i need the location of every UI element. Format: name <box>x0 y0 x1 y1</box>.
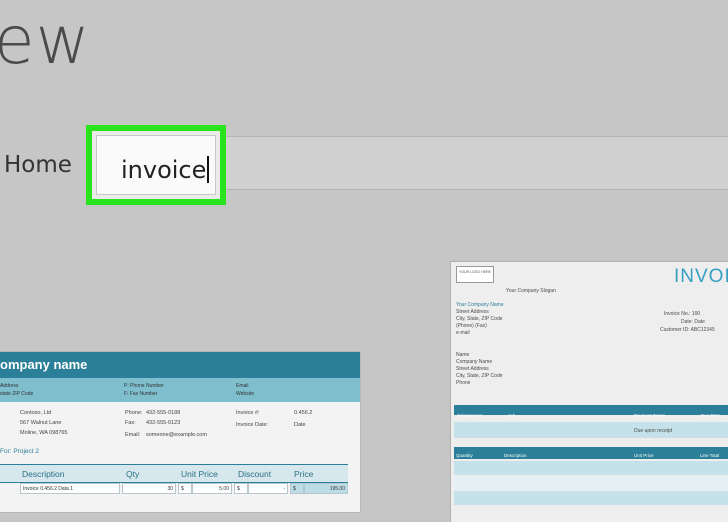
column-header: Due Date <box>701 413 721 418</box>
template-thumbnail-invoice-2[interactable]: YOUR LOGO HERE INVOICE Your Company Slog… <box>451 262 728 522</box>
text-caret <box>207 156 210 183</box>
line-items-header: Description Qty Unit Price Discount Pric… <box>0 464 348 483</box>
invoice-title: INVOICE <box>674 266 728 287</box>
company-line: Street Address <box>456 309 489 315</box>
band-website: Website <box>236 391 254 397</box>
bill-to-line: Contoso, Ltd <box>20 410 52 416</box>
search-input[interactable]: invoice <box>96 135 216 195</box>
row-price: 195.00 <box>304 483 348 494</box>
bill-to-line: Company Name <box>456 359 493 365</box>
page-title: ew <box>0 2 91 79</box>
bill-to-line: City, State, ZIP Code <box>456 373 503 379</box>
invoice-date-value: Date <box>294 422 306 428</box>
invoice-number-value: 0.456.2 <box>294 410 313 416</box>
invoice-number-label: Invoice #: <box>236 410 260 416</box>
invoice-date-label: Invoice Date: <box>236 422 269 428</box>
row-qty: 30 <box>122 483 176 494</box>
row-price-currency: $ <box>290 483 304 494</box>
search-input-value: invoice <box>121 156 207 184</box>
column-header: Unit Price <box>634 453 654 458</box>
email-value: someone@example.com <box>146 432 207 438</box>
row-discount-currency: $ <box>234 483 248 494</box>
column-header: Job <box>508 413 516 418</box>
template-thumbnail-invoice-1[interactable]: ompany name Address state ZIP Code P: Ph… <box>0 352 360 512</box>
band-fax: F: Fax Number <box>124 391 158 397</box>
column-header: Description <box>504 453 527 458</box>
meta-line: Customer ID: ABC12345 <box>660 327 715 333</box>
column-header: Quantity <box>456 453 473 458</box>
fax-value: 432-555-0123 <box>146 420 181 426</box>
line-item-row <box>454 476 728 490</box>
column-header: Line Total <box>700 453 720 458</box>
phone-label: Phone: <box>125 410 143 416</box>
contact-band: Address state ZIP Code P: Phone Number F… <box>0 378 360 402</box>
company-line: (Phone) (Fax) <box>456 323 487 329</box>
search-highlight: invoice <box>86 125 226 205</box>
row-unit-currency: $ <box>178 483 192 494</box>
company-line: Your Company Name <box>456 302 504 308</box>
column-header: Salesperson <box>457 413 483 418</box>
band-city: state ZIP Code <box>0 391 34 397</box>
company-name: ompany name <box>0 357 88 372</box>
band-phone: P: Phone Number <box>124 383 164 389</box>
column-header: Price <box>294 469 314 479</box>
line-items-header-bar: Quantity Description Unit Price Line Tot… <box>454 447 728 459</box>
template-header: ompany name <box>0 352 360 378</box>
band-email: Email <box>236 383 249 389</box>
fax-label: Fax: <box>125 420 136 426</box>
column-header: Qty <box>126 469 140 479</box>
row-discount: - <box>248 483 288 494</box>
due-text: Due upon receipt <box>634 428 673 434</box>
terms-row: Due upon receipt <box>454 422 728 438</box>
company-line: e-mail <box>456 330 470 336</box>
column-header: Discount <box>238 469 272 479</box>
row-description: Invoice 0.456.2 Data 1 <box>20 483 120 494</box>
meta-line: Date: Date <box>681 319 705 325</box>
email-label: Email: <box>125 432 141 438</box>
bill-to-line: Phone <box>456 380 471 386</box>
logo-placeholder: YOUR LOGO HERE <box>456 266 494 283</box>
bill-to-line: Moline, WA 098765 <box>20 430 68 436</box>
company-slogan: Your Company Slogan <box>506 288 556 294</box>
row-unit-price: 5.00 <box>192 483 232 494</box>
table-row: Invoice 0.456.2 Data 1 30 $ 5.00 $ - $ 1… <box>0 482 348 496</box>
company-line: City, State, ZIP Code <box>456 316 503 322</box>
column-header: Unit Price <box>181 469 218 479</box>
bill-to-line: 567 Walnut Lane <box>20 420 62 426</box>
salesperson-header-bar: Salesperson Job Payment Terms Due Date <box>454 405 728 418</box>
bill-to-line: Name <box>456 352 470 358</box>
band-address: Address <box>0 383 19 389</box>
meta-line: Invoice No.: 100 <box>664 311 701 317</box>
column-header: Description <box>22 469 65 479</box>
column-header: Payment Terms <box>634 413 666 418</box>
line-item-row <box>454 461 728 475</box>
bill-to-line: Street Address <box>456 366 489 372</box>
project-line: For: Project 2 <box>0 448 40 455</box>
line-item-row <box>454 491 728 505</box>
phone-value: 432-555-0188 <box>146 410 181 416</box>
home-link[interactable]: Home <box>4 152 72 178</box>
